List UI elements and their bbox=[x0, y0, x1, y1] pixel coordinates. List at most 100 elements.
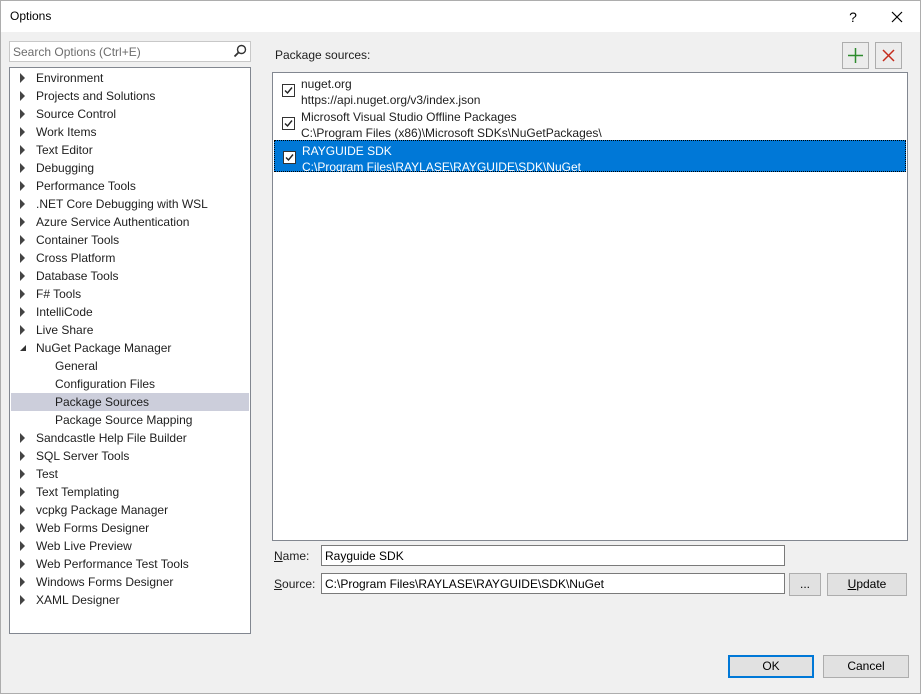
collapsed-arrow-icon[interactable] bbox=[20, 163, 25, 173]
tree-item-source-control[interactable]: Source Control bbox=[11, 105, 249, 123]
package-sources-heading: Package sources: bbox=[275, 48, 371, 62]
collapsed-arrow-icon[interactable] bbox=[20, 217, 25, 227]
tree-item-general[interactable]: General bbox=[11, 357, 249, 375]
add-source-button[interactable] bbox=[842, 42, 869, 69]
source-name: Microsoft Visual Studio Offline Packages bbox=[301, 110, 517, 124]
tree-item-label: F# Tools bbox=[36, 287, 82, 301]
cancel-button[interactable]: Cancel bbox=[823, 655, 909, 678]
tree-item-configuration-files[interactable]: Configuration Files bbox=[11, 375, 249, 393]
tree-item-projects-and-solutions[interactable]: Projects and Solutions bbox=[11, 87, 249, 105]
tree-item-label: Environment bbox=[36, 71, 104, 85]
tree-item-net-core-debugging-with-wsl[interactable]: .NET Core Debugging with WSL bbox=[11, 195, 249, 213]
collapsed-arrow-icon[interactable] bbox=[20, 253, 25, 263]
collapsed-arrow-icon[interactable] bbox=[20, 595, 25, 605]
collapsed-arrow-icon[interactable] bbox=[20, 235, 25, 245]
tree-item-web-performance-test-tools[interactable]: Web Performance Test Tools bbox=[11, 555, 249, 573]
package-sources-list: nuget.org https://api.nuget.org/v3/index.… bbox=[272, 72, 908, 541]
tree-item-sandcastle-help-file-builder[interactable]: Sandcastle Help File Builder bbox=[11, 429, 249, 447]
browse-button[interactable]: ... bbox=[789, 573, 821, 596]
tree-item-performance-tools[interactable]: Performance Tools bbox=[11, 177, 249, 195]
tree-item-label: Source Control bbox=[36, 107, 117, 121]
tree-item-text-templating[interactable]: Text Templating bbox=[11, 483, 249, 501]
x-icon bbox=[882, 49, 895, 62]
tree-item-label: Test bbox=[36, 467, 59, 481]
collapsed-arrow-icon[interactable] bbox=[20, 145, 25, 155]
ok-button[interactable]: OK bbox=[728, 655, 814, 678]
tree-item-cross-platform[interactable]: Cross Platform bbox=[11, 249, 249, 267]
collapsed-arrow-icon[interactable] bbox=[20, 271, 25, 281]
tree-item-xaml-designer[interactable]: XAML Designer bbox=[11, 591, 249, 609]
tree-item-web-forms-designer[interactable]: Web Forms Designer bbox=[11, 519, 249, 537]
collapsed-arrow-icon[interactable] bbox=[20, 91, 25, 101]
tree-item-label: Web Forms Designer bbox=[36, 521, 150, 535]
collapsed-arrow-icon[interactable] bbox=[20, 487, 25, 497]
tree-item-label: Container Tools bbox=[36, 233, 120, 247]
tree-item-label: Text Templating bbox=[36, 485, 120, 499]
tree-item-label: Web Live Preview bbox=[36, 539, 132, 553]
tree-item-container-tools[interactable]: Container Tools bbox=[11, 231, 249, 249]
collapsed-arrow-icon[interactable] bbox=[20, 451, 25, 461]
collapsed-arrow-icon[interactable] bbox=[20, 469, 25, 479]
tree-item-live-share[interactable]: Live Share bbox=[11, 321, 249, 339]
tree-item-azure-service-authentication[interactable]: Azure Service Authentication bbox=[11, 213, 249, 231]
search-icon[interactable] bbox=[233, 44, 247, 58]
plus-icon bbox=[848, 48, 863, 63]
collapsed-arrow-icon[interactable] bbox=[20, 289, 25, 299]
collapsed-arrow-icon[interactable] bbox=[20, 559, 25, 569]
tree-item-f-tools[interactable]: F# Tools bbox=[11, 285, 249, 303]
source-row[interactable]: Microsoft Visual Studio Offline Packages… bbox=[274, 107, 906, 140]
source-url: C:\Program Files (x86)\Microsoft SDKs\Nu… bbox=[301, 126, 602, 140]
source-enabled-checkbox[interactable] bbox=[282, 84, 295, 97]
tree-item-package-sources[interactable]: Package Sources bbox=[11, 393, 249, 411]
collapsed-arrow-icon[interactable] bbox=[20, 505, 25, 515]
checkmark-icon bbox=[284, 120, 293, 128]
tree-item-database-tools[interactable]: Database Tools bbox=[11, 267, 249, 285]
tree-item-test[interactable]: Test bbox=[11, 465, 249, 483]
tree-item-label: vcpkg Package Manager bbox=[36, 503, 169, 517]
collapsed-arrow-icon[interactable] bbox=[20, 523, 25, 533]
search-box bbox=[9, 41, 251, 62]
collapsed-arrow-icon[interactable] bbox=[20, 199, 25, 209]
source-name: nuget.org bbox=[301, 77, 352, 91]
collapsed-arrow-icon[interactable] bbox=[20, 577, 25, 587]
expanded-arrow-icon[interactable] bbox=[20, 345, 26, 351]
tree-item-work-items[interactable]: Work Items bbox=[11, 123, 249, 141]
tree-item-text-editor[interactable]: Text Editor bbox=[11, 141, 249, 159]
remove-source-button[interactable] bbox=[875, 42, 902, 69]
name-field[interactable] bbox=[321, 545, 785, 566]
collapsed-arrow-icon[interactable] bbox=[20, 433, 25, 443]
source-enabled-checkbox[interactable] bbox=[283, 151, 296, 164]
tree-item-label: SQL Server Tools bbox=[36, 449, 130, 463]
source-field[interactable] bbox=[321, 573, 785, 594]
tree-item-label: NuGet Package Manager bbox=[36, 341, 172, 355]
search-input[interactable] bbox=[13, 44, 228, 59]
collapsed-arrow-icon[interactable] bbox=[20, 109, 25, 119]
source-row[interactable]: RAYGUIDE SDK C:\Program Files\RAYLASE\RAY… bbox=[274, 140, 906, 174]
source-row[interactable]: nuget.org https://api.nuget.org/v3/index.… bbox=[274, 74, 906, 107]
tree-item-sql-server-tools[interactable]: SQL Server Tools bbox=[11, 447, 249, 465]
collapsed-arrow-icon[interactable] bbox=[20, 307, 25, 317]
tree-item-label: Configuration Files bbox=[55, 377, 156, 391]
source-enabled-checkbox[interactable] bbox=[282, 117, 295, 130]
collapsed-arrow-icon[interactable] bbox=[20, 73, 25, 83]
tree-item-package-source-mapping[interactable]: Package Source Mapping bbox=[11, 411, 249, 429]
collapsed-arrow-icon[interactable] bbox=[20, 541, 25, 551]
name-label: Name: bbox=[274, 549, 310, 563]
close-button[interactable] bbox=[887, 7, 907, 27]
tree-item-web-live-preview[interactable]: Web Live Preview bbox=[11, 537, 249, 555]
tree-item-vcpkg-package-manager[interactable]: vcpkg Package Manager bbox=[11, 501, 249, 519]
tree-item-label: Package Sources bbox=[55, 395, 150, 409]
collapsed-arrow-icon[interactable] bbox=[20, 325, 25, 335]
tree-item-environment[interactable]: Environment bbox=[11, 69, 249, 87]
update-button[interactable]: Update bbox=[827, 573, 907, 596]
tree-item-label: Text Editor bbox=[36, 143, 93, 157]
collapsed-arrow-icon[interactable] bbox=[20, 181, 25, 191]
tree-item-windows-forms-designer[interactable]: Windows Forms Designer bbox=[11, 573, 249, 591]
collapsed-arrow-icon[interactable] bbox=[20, 127, 25, 137]
close-icon bbox=[891, 11, 903, 23]
tree-item-label: Work Items bbox=[36, 125, 97, 139]
help-button[interactable]: ? bbox=[843, 7, 863, 27]
tree-item-nuget-package-manager[interactable]: NuGet Package Manager bbox=[11, 339, 249, 357]
tree-item-debugging[interactable]: Debugging bbox=[11, 159, 249, 177]
tree-item-intellicode[interactable]: IntelliCode bbox=[11, 303, 249, 321]
